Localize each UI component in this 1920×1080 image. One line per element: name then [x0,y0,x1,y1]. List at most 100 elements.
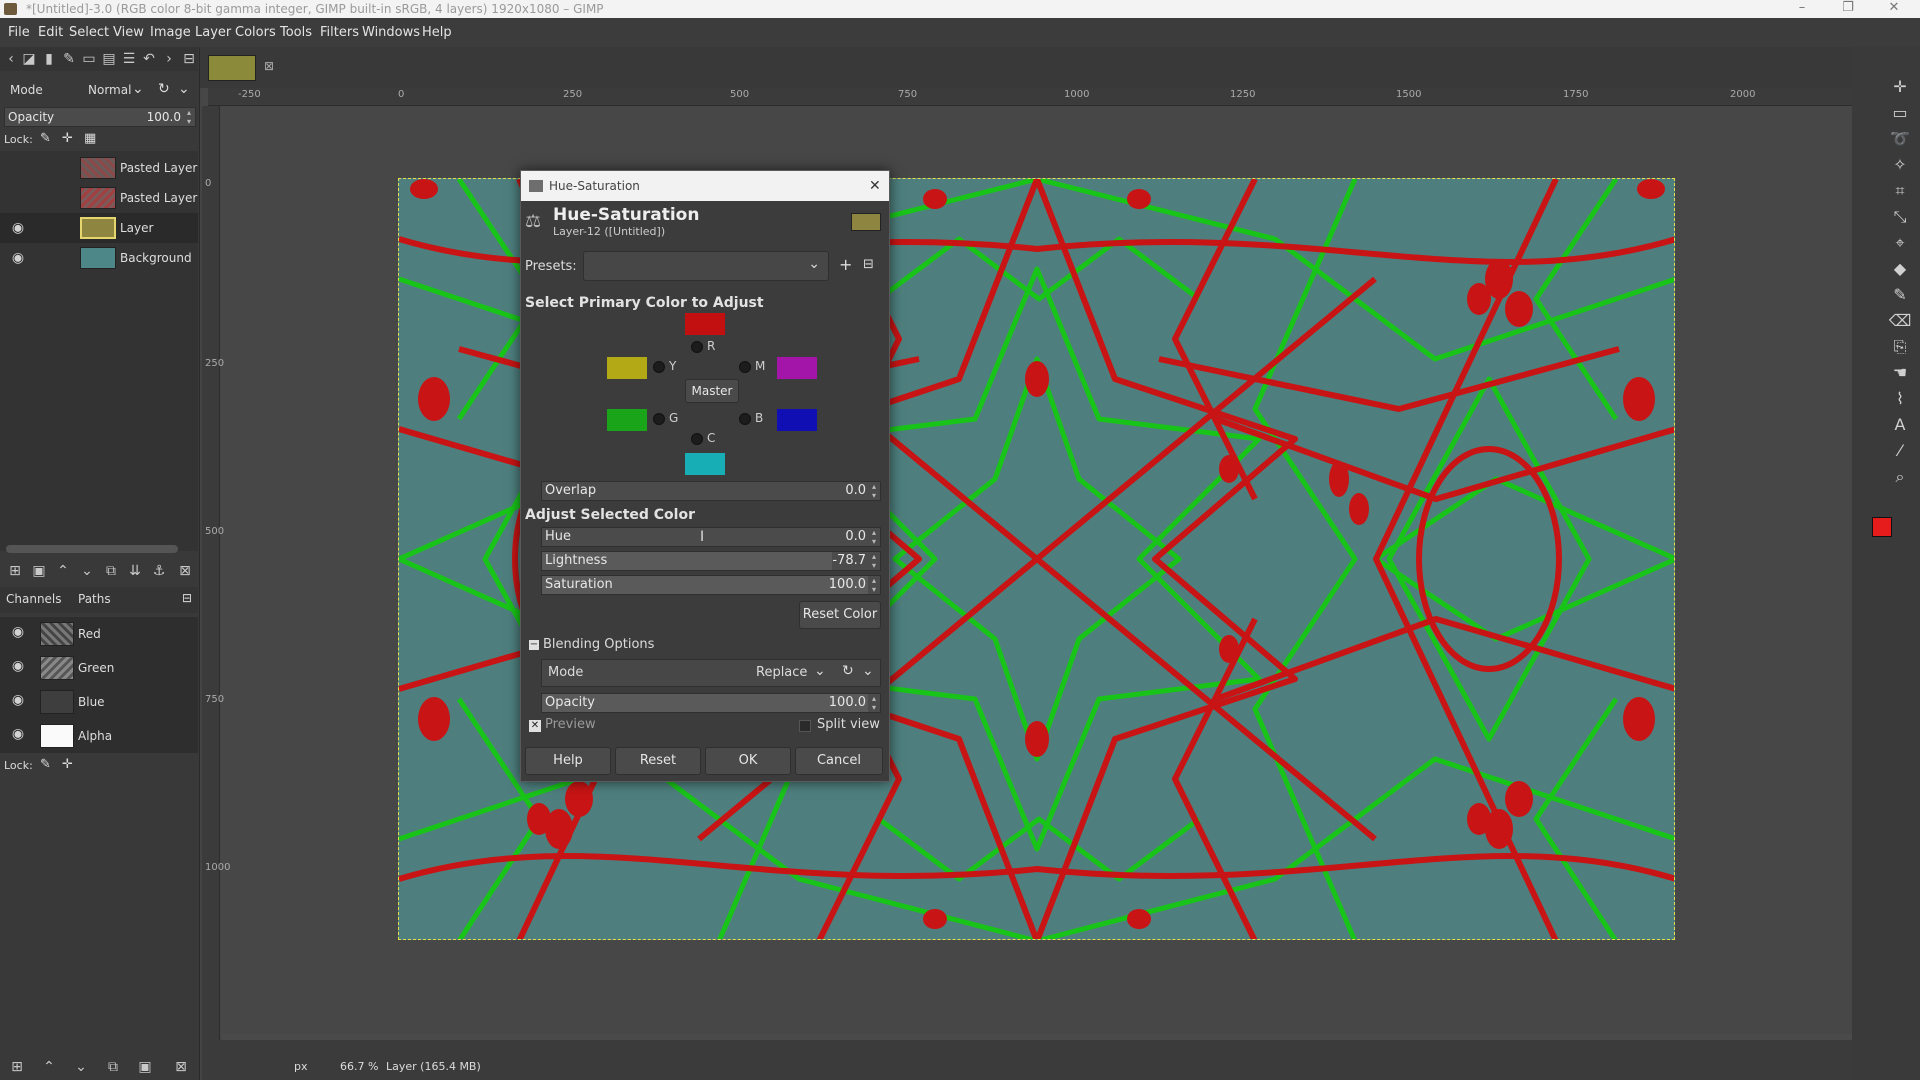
lasso-tool-icon[interactable]: ➰ [1882,127,1918,151]
menu-select[interactable]: Select [69,18,109,47]
radio-red[interactable] [691,341,703,353]
paint-icon[interactable]: ✎ [60,50,78,68]
green-swatch[interactable] [607,409,647,431]
layers-scrollbar[interactable] [6,545,178,553]
chevron-down-icon[interactable]: ⌄ [862,663,874,679]
eye-icon[interactable]: ◉ [8,657,28,675]
presets-dropdown[interactable]: ⌄ [583,251,829,281]
blend-mode-select[interactable]: Replace [756,665,807,680]
color-picker-tool-icon[interactable]: ⁄ [1882,439,1918,463]
paintbrush-tool-icon[interactable]: ✎ [1882,283,1918,307]
new-group-icon[interactable]: ▣ [30,562,48,580]
layers-tab-icon[interactable]: ☰ [120,50,138,68]
radio-cyan[interactable] [691,433,703,445]
mode-select[interactable]: Normal [88,83,131,97]
duplicate-channel-icon[interactable]: ⧉ [104,1058,122,1076]
radio-green[interactable] [653,413,665,425]
yellow-swatch[interactable] [607,357,647,379]
spin-arrows-icon[interactable]: ▴ ▾ [869,482,879,500]
eye-icon[interactable]: ◉ [8,623,28,641]
lock-alpha-icon[interactable]: ▦ [84,131,96,146]
maximize-button[interactable]: ❐ [1828,0,1868,18]
eraser-tool-icon[interactable]: ⌫ [1882,309,1918,333]
lock-pixels-icon[interactable]: ✎ [40,757,51,772]
overlap-spinner[interactable]: Overlap 0.0 ▴ ▾ [541,481,881,501]
fuzzy-select-tool-icon[interactable]: ✧ [1882,153,1918,177]
eye-icon[interactable]: ◉ [8,725,28,743]
tool-options-icon[interactable]: ◪ [20,50,38,68]
undo-history-icon[interactable]: ↶ [140,50,158,68]
channel-to-selection-icon[interactable]: ▣ [136,1058,154,1076]
transform-tool-icon[interactable]: ⤡ [1882,205,1918,229]
devices-icon[interactable]: ▤ [100,50,118,68]
blend-opacity-spinner[interactable]: Opacity 100.0 ▴ ▾ [541,693,881,713]
preset-menu-icon[interactable]: ⊟ [863,257,874,272]
lock-position-icon[interactable]: ✛ [62,131,73,146]
reset-button[interactable]: Reset [615,747,701,775]
merge-down-icon[interactable]: ⇊ [126,562,144,580]
cancel-button[interactable]: Cancel [795,747,883,775]
layer-row[interactable]: Pasted Layer [0,183,198,213]
lower-layer-icon[interactable]: ⌄ [78,562,96,580]
dialog-title-bar[interactable]: Hue-Saturation ✕ [521,171,889,201]
anchor-icon[interactable]: ⚓ [150,562,168,580]
raise-channel-icon[interactable]: ⌃ [40,1058,58,1076]
close-tab-icon[interactable]: ⊠ [264,59,278,73]
chevron-down-icon[interactable]: ⌄ [132,81,144,97]
smudge-tool-icon[interactable]: ☚ [1882,361,1918,385]
bucket-fill-tool-icon[interactable]: ◆ [1882,257,1918,281]
chevron-down-icon[interactable]: ⌄ [814,663,826,679]
lower-channel-icon[interactable]: ⌄ [72,1058,90,1076]
channel-row[interactable]: ◉ Red [0,617,198,651]
duplicate-layer-icon[interactable]: ⧉ [102,562,120,580]
new-channel-icon[interactable]: ⊞ [8,1058,26,1076]
foreground-color-swatch[interactable] [1872,517,1892,537]
spin-arrows-icon[interactable]: ▴ ▾ [869,528,879,546]
minimize-button[interactable]: – [1782,0,1822,18]
menu-windows[interactable]: Windows [362,18,420,47]
zoom-select[interactable]: 66.7 % [340,1060,378,1073]
master-button[interactable]: Master [685,379,739,403]
reset-color-button[interactable]: Reset Color [799,601,881,629]
help-button[interactable]: Help [525,747,611,775]
raise-layer-icon[interactable]: ⌃ [54,562,72,580]
radio-blue[interactable] [739,413,751,425]
clone-tool-icon[interactable]: ⎘ [1882,335,1918,359]
red-swatch[interactable] [685,313,725,335]
hue-slider[interactable]: Hue I 0.0 ▴ ▾ [541,527,881,547]
preview-checkbox[interactable]: ✕ [529,720,541,732]
menu-help[interactable]: Help [422,18,452,47]
tab-channels[interactable]: Channels [6,592,62,606]
delete-layer-icon[interactable]: ⊠ [176,562,194,580]
dock-menu-icon[interactable]: ⊟ [180,50,198,68]
menu-view[interactable]: View [113,18,144,47]
new-layer-icon[interactable]: ⊞ [6,562,24,580]
close-icon[interactable]: ✕ [869,171,881,201]
layer-opacity-spinner[interactable]: Opacity 100.0 ▴ ▾ [4,107,196,127]
menu-image[interactable]: Image [150,18,191,47]
channel-row[interactable]: ◉ Green [0,651,198,685]
tab-paths[interactable]: Paths [78,592,111,606]
lock-pixels-icon[interactable]: ✎ [40,131,51,146]
layer-row-selected[interactable]: ◉ Layer [0,213,198,243]
zoom-tool-icon[interactable]: ⌕ [1882,465,1918,489]
blending-options-toggle[interactable]: Blending Options [543,637,654,652]
menu-layer[interactable]: Layer [195,18,231,47]
crop-tool-icon[interactable]: ⌗ [1882,179,1918,203]
radio-magenta[interactable] [739,361,751,373]
channel-row[interactable]: ◉ Alpha [0,719,198,753]
reset-mode-icon[interactable]: ↻ [842,663,854,679]
magenta-swatch[interactable] [777,357,817,379]
collapse-icon[interactable]: − [529,640,539,650]
menu-edit[interactable]: Edit [38,18,63,47]
layer-row[interactable]: Pasted Layer [0,153,198,183]
reset-mode-icon[interactable]: ↻ [158,81,170,97]
text-tool-icon[interactable]: A [1882,413,1918,437]
lightness-slider[interactable]: Lightness -78.7 ▴ ▾ [541,551,881,571]
menu-tools[interactable]: Tools [280,18,312,47]
vertical-ruler[interactable]: 0 250 500 750 1000 [202,106,230,1046]
eye-icon[interactable]: ◉ [8,219,28,237]
dock-menu-icon[interactable]: ⊟ [182,591,192,605]
layer-row[interactable]: ◉ Background [0,243,198,273]
eye-icon[interactable]: ◉ [8,249,28,267]
